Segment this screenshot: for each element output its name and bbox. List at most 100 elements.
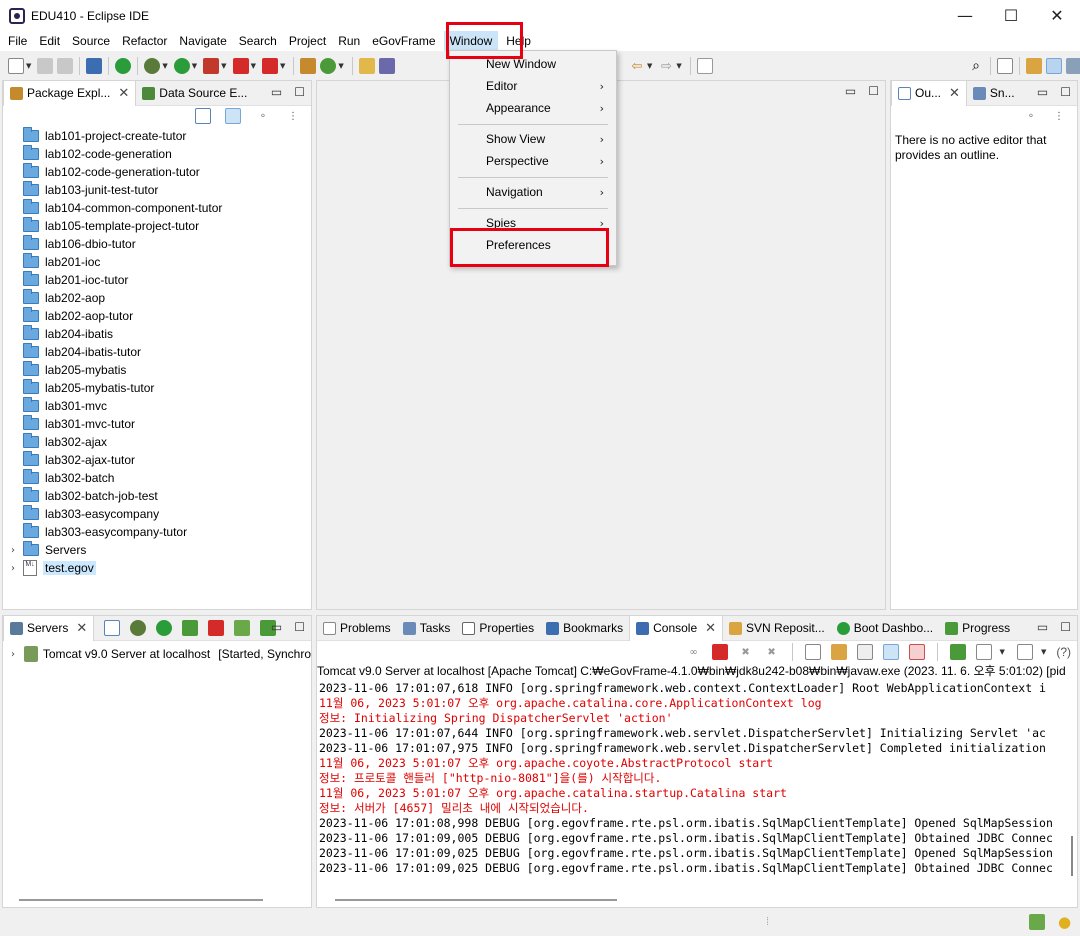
refresh-icon[interactable]	[320, 58, 337, 74]
refresh-dropdown-icon[interactable]: ▼	[338, 62, 343, 70]
start-server-icon[interactable]	[156, 620, 173, 636]
view-menu-icon[interactable]: ⋮	[1051, 108, 1067, 124]
menu-refactor[interactable]: Refactor	[116, 31, 173, 51]
tab-properties[interactable]: Properties	[456, 616, 540, 641]
link-with-editor-icon[interactable]	[225, 108, 241, 124]
maximize-view-icon[interactable]: ☐	[294, 85, 305, 99]
tree-item[interactable]: lab302-ajax-tutor	[3, 451, 311, 469]
profile-server-icon[interactable]	[182, 620, 199, 636]
console-vertical-scrollbar[interactable]	[1071, 836, 1073, 876]
menu-window[interactable]: Window	[443, 31, 499, 51]
tab-problems[interactable]: Problems	[317, 616, 397, 641]
scroll-lock-icon[interactable]	[830, 644, 847, 660]
chevron-right-icon[interactable]: ›	[11, 563, 19, 574]
new-package-icon[interactable]	[300, 58, 317, 74]
minimize-editor-icon[interactable]: ▭	[845, 84, 856, 98]
tree-item[interactable]: lab301-mvc-tutor	[3, 415, 311, 433]
menu-item-editor[interactable]: Editor ›	[450, 75, 616, 97]
close-icon[interactable]: ✕	[118, 86, 129, 101]
tree-item[interactable]: lab205-mybatis	[3, 361, 311, 379]
run-external-icon[interactable]	[203, 58, 220, 74]
tab-snippets[interactable]: Sn...	[967, 81, 1021, 106]
stop-icon[interactable]	[232, 58, 249, 74]
minimize-view-icon[interactable]: ▭	[271, 85, 282, 99]
tab-svn-repositories[interactable]: SVN Reposit...	[723, 616, 831, 641]
display-console-dropdown-icon[interactable]: ▼	[1000, 648, 1005, 656]
menu-edit[interactable]: Edit	[33, 31, 66, 51]
tab-data-source-explorer[interactable]: Data Source E...	[136, 81, 253, 106]
tree-item[interactable]: lab204-ibatis-tutor	[3, 343, 311, 361]
skip-breakpoints-icon[interactable]	[115, 58, 132, 74]
back-dropdown-icon[interactable]: ▼	[647, 62, 652, 70]
tree-item[interactable]: lab201-ioc	[3, 253, 311, 271]
tree-item[interactable]: lab104-common-component-tutor	[3, 199, 311, 217]
tree-item[interactable]: lab106-dbio-tutor	[3, 235, 311, 253]
new-icon[interactable]	[8, 58, 24, 74]
tab-bookmarks[interactable]: Bookmarks	[540, 616, 629, 641]
tree-item[interactable]: lab205-mybatis-tutor	[3, 379, 311, 397]
remove-launch-icon[interactable]: ✖	[738, 644, 754, 660]
close-icon[interactable]: ✕	[949, 86, 960, 101]
open-console-icon[interactable]	[1016, 644, 1033, 660]
java-perspective-icon[interactable]	[1026, 58, 1042, 74]
maximize-view-icon[interactable]: ☐	[1060, 85, 1071, 99]
show-on-stdout-icon[interactable]	[882, 644, 899, 660]
collapse-all-icon[interactable]	[195, 108, 211, 124]
tab-console[interactable]: Console ✕	[629, 615, 724, 641]
tree-item[interactable]: lab303-easycompany-tutor	[3, 523, 311, 541]
menu-item-appearance[interactable]: Appearance ›	[450, 97, 616, 119]
tree-item-test-egov[interactable]: › M↓ test.egov	[3, 559, 311, 577]
filter-icon[interactable]: ⚬	[255, 108, 271, 124]
menu-item-perspective[interactable]: Perspective ›	[450, 150, 616, 172]
tab-servers[interactable]: Servers ✕	[3, 615, 95, 641]
menu-item-new-window[interactable]: New Window	[450, 53, 616, 75]
view-menu-icon[interactable]: ⋮	[285, 108, 301, 124]
tab-package-explorer[interactable]: Package Expl... ✕	[3, 80, 137, 106]
new-dropdown-icon[interactable]: ▼	[26, 62, 31, 70]
tree-item[interactable]: lab302-ajax	[3, 433, 311, 451]
open-console-dropdown-icon[interactable]: ▼	[1041, 648, 1046, 656]
menu-help[interactable]: Help	[500, 31, 537, 51]
debug-perspective-icon[interactable]	[1066, 58, 1080, 74]
maximize-view-icon[interactable]: ☐	[294, 620, 305, 634]
tree-item[interactable]: lab101-project-create-tutor	[3, 127, 311, 145]
pin-editor-icon[interactable]	[696, 58, 713, 74]
minimize-button[interactable]: —	[942, 0, 988, 31]
tree-item[interactable]: lab102-code-generation-tutor	[3, 163, 311, 181]
tab-progress[interactable]: Progress	[939, 616, 1016, 641]
word-wrap-icon[interactable]	[856, 644, 873, 660]
menu-navigate[interactable]: Navigate	[173, 31, 232, 51]
minimize-view-icon[interactable]: ▭	[1037, 620, 1048, 634]
back-arrow-icon[interactable]: ⇦	[629, 58, 645, 74]
tab-outline[interactable]: Ou... ✕	[891, 80, 967, 106]
tree-item[interactable]: lab302-batch	[3, 469, 311, 487]
tip-bulb-icon[interactable]: ●	[1058, 913, 1071, 931]
tree-item[interactable]: lab102-code-generation	[3, 145, 311, 163]
close-icon[interactable]: ✕	[705, 621, 716, 636]
tree-item[interactable]: lab301-mvc	[3, 397, 311, 415]
server-row[interactable]: › Tomcat v9.0 Server at localhost [Start…	[3, 645, 311, 663]
run-dropdown-icon[interactable]: ▼	[192, 62, 197, 70]
forward-dropdown-icon[interactable]: ▼	[676, 62, 681, 70]
menu-item-navigation[interactable]: Navigation ›	[450, 181, 616, 203]
tree-item[interactable]: lab201-ioc-tutor	[3, 271, 311, 289]
link-icon[interactable]: ∞	[686, 644, 702, 660]
tree-item-servers[interactable]: › Servers	[3, 541, 311, 559]
tree-item[interactable]: lab302-batch-job-test	[3, 487, 311, 505]
tree-item[interactable]: lab303-easycompany	[3, 505, 311, 523]
stop-dropdown-icon[interactable]: ▼	[251, 62, 256, 70]
servers-scrollbar[interactable]	[19, 899, 263, 901]
menu-search[interactable]: Search	[233, 31, 283, 51]
forward-arrow-icon[interactable]: ⇨	[658, 58, 674, 74]
menu-run[interactable]: Run	[332, 31, 366, 51]
terminate-icon[interactable]	[711, 644, 728, 660]
save-icon[interactable]	[37, 58, 54, 74]
run-external-dropdown-icon[interactable]: ▼	[221, 62, 226, 70]
tree-item[interactable]: lab103-junit-test-tutor	[3, 181, 311, 199]
menu-project[interactable]: Project	[283, 31, 332, 51]
open-folder-icon[interactable]	[358, 58, 375, 74]
minimize-view-icon[interactable]: ▭	[1037, 85, 1048, 99]
menu-egovframe[interactable]: eGovFrame	[366, 31, 441, 51]
close-button[interactable]: ✕	[1034, 0, 1080, 31]
debug-icon[interactable]	[144, 58, 161, 74]
